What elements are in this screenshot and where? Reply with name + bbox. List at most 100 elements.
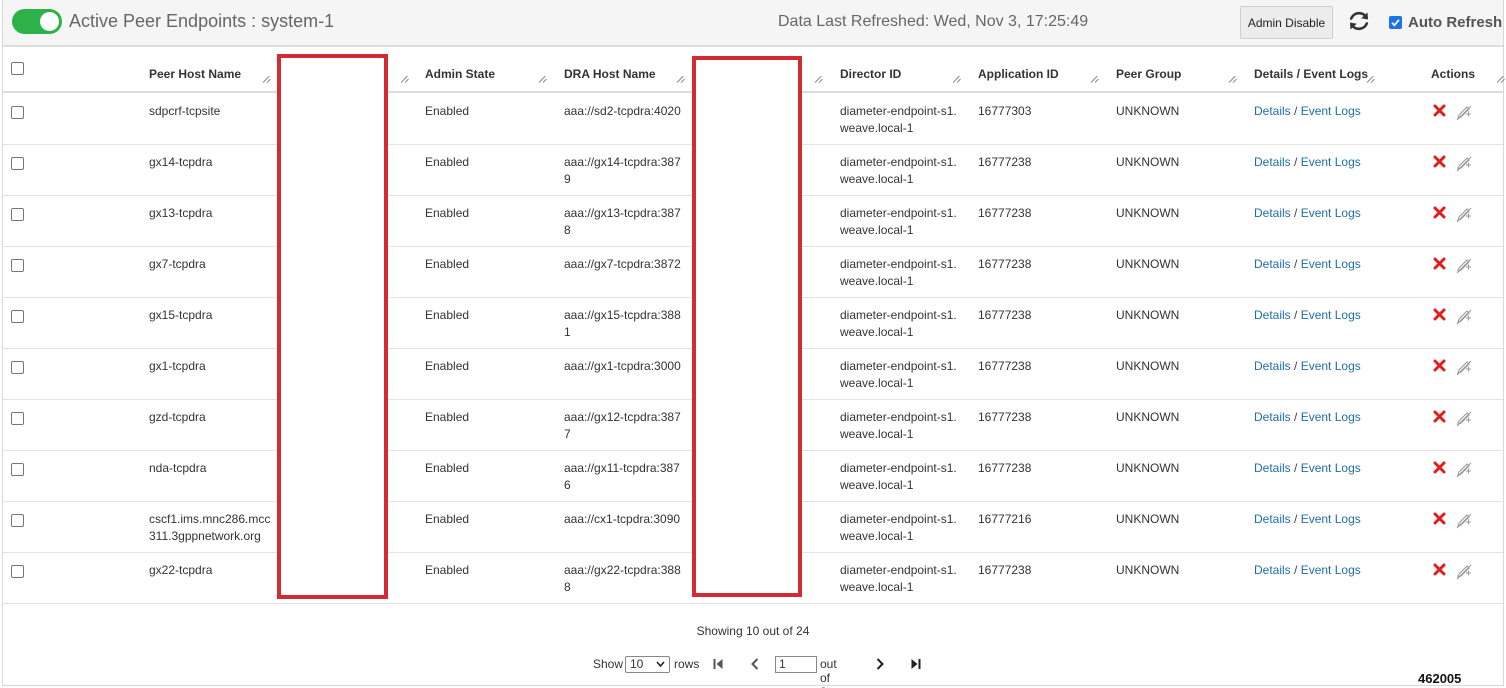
details-link[interactable]: Details <box>1254 206 1291 220</box>
event-logs-link[interactable]: Event Logs <box>1301 206 1361 220</box>
edit-disabled-icon[interactable] <box>1455 513 1473 529</box>
delete-icon[interactable] <box>1433 206 1446 222</box>
resize-handle[interactable] <box>1227 73 1237 83</box>
delete-icon[interactable] <box>1433 257 1446 273</box>
delete-icon[interactable] <box>1433 104 1446 120</box>
row-checkbox[interactable] <box>11 157 24 170</box>
col-details-event-logs[interactable]: Details / Event Logs <box>1254 49 1368 93</box>
event-logs-link[interactable]: Event Logs <box>1301 359 1361 373</box>
resize-handle[interactable] <box>1495 73 1505 83</box>
event-logs-link[interactable]: Event Logs <box>1301 308 1361 322</box>
delete-icon[interactable] <box>1433 461 1446 477</box>
details-link[interactable]: Details <box>1254 410 1291 424</box>
cell-line: diameter-endpoint-s1. <box>840 206 957 220</box>
peer-host-name-cell: gx15-tcpdra <box>149 307 212 324</box>
resize-handle[interactable] <box>261 73 271 83</box>
auto-refresh[interactable]: Auto Refresh <box>1389 13 1502 31</box>
admin-disable-button[interactable]: Admin Disable <box>1240 6 1333 39</box>
prev-page-icon[interactable] <box>749 658 761 670</box>
resize-handle[interactable] <box>537 73 547 83</box>
edit-disabled-icon[interactable] <box>1455 360 1473 376</box>
details-link[interactable]: Details <box>1254 359 1291 373</box>
col-director-id[interactable]: Director ID <box>840 49 901 93</box>
application-id-cell: 16777238 <box>978 359 1032 373</box>
rows-per-page-select[interactable]: 10 <box>625 656 670 673</box>
cell-line: gx13-tcpdra <box>149 206 213 220</box>
event-logs-link[interactable]: Event Logs <box>1301 410 1361 424</box>
edit-disabled-icon[interactable] <box>1455 411 1473 427</box>
edit-disabled-icon[interactable] <box>1455 258 1473 274</box>
event-logs-link[interactable]: Event Logs <box>1301 155 1361 169</box>
link-separator: / <box>1290 410 1301 424</box>
row-checkbox[interactable] <box>11 565 24 578</box>
edit-disabled-icon[interactable] <box>1455 105 1473 121</box>
details-link[interactable]: Details <box>1254 257 1291 271</box>
auto-refresh-checkbox[interactable] <box>1389 15 1402 29</box>
last-page-icon[interactable] <box>910 658 922 670</box>
cell-line: diameter-endpoint-s1. <box>840 308 957 322</box>
director-id-cell: diameter-endpoint-s1. weave.local-1 <box>840 103 957 137</box>
endpoints-toggle[interactable] <box>12 9 62 34</box>
col-application-id[interactable]: Application ID <box>978 49 1059 93</box>
cell-line: weave.local-1 <box>840 529 914 543</box>
col-peer-host-name[interactable]: Peer Host Name <box>149 49 241 93</box>
dra-host-name-cell: aaa://gx15-tcpdra:388 1 <box>564 307 681 341</box>
page-total: out of 3 <box>820 657 837 688</box>
details-link[interactable]: Details <box>1254 104 1291 118</box>
first-page-icon[interactable] <box>712 658 724 670</box>
cell-line: diameter-endpoint-s1. <box>840 563 957 577</box>
resize-handle[interactable] <box>675 73 685 83</box>
resize-handle[interactable] <box>1365 73 1375 83</box>
details-link[interactable]: Details <box>1254 308 1291 322</box>
page-number-input[interactable]: 1 <box>775 656 817 673</box>
edit-disabled-icon[interactable] <box>1455 309 1473 325</box>
cell-line: diameter-endpoint-s1. <box>840 359 957 373</box>
select-all-checkbox[interactable] <box>11 62 24 75</box>
edit-disabled-icon[interactable] <box>1455 156 1473 172</box>
row-checkbox[interactable] <box>11 463 24 476</box>
delete-icon[interactable] <box>1433 410 1446 426</box>
row-checkbox[interactable] <box>11 208 24 221</box>
cell-line: 1 <box>564 325 571 339</box>
resize-handle[interactable] <box>813 73 823 83</box>
link-separator: / <box>1290 308 1301 322</box>
details-link[interactable]: Details <box>1254 461 1291 475</box>
row-checkbox[interactable] <box>11 412 24 425</box>
row-checkbox[interactable] <box>11 259 24 272</box>
details-link[interactable]: Details <box>1254 155 1291 169</box>
resize-handle[interactable] <box>399 73 409 83</box>
details-link[interactable]: Details <box>1254 512 1291 526</box>
cell-line: nda-tcpdra <box>149 461 207 475</box>
col-peer-group[interactable]: Peer Group <box>1116 49 1181 93</box>
resize-handle[interactable] <box>1089 73 1099 83</box>
details-cell: Details / Event Logs <box>1254 511 1361 528</box>
delete-icon[interactable] <box>1433 308 1446 324</box>
application-id-cell: 16777238 <box>978 410 1032 424</box>
next-page-icon[interactable] <box>874 658 886 670</box>
event-logs-link[interactable]: Event Logs <box>1301 563 1361 577</box>
event-logs-link[interactable]: Event Logs <box>1301 461 1361 475</box>
event-logs-link[interactable]: Event Logs <box>1301 257 1361 271</box>
delete-icon[interactable] <box>1433 512 1446 528</box>
details-link[interactable]: Details <box>1254 563 1291 577</box>
resize-handle[interactable] <box>951 73 961 83</box>
event-logs-link[interactable]: Event Logs <box>1301 512 1361 526</box>
edit-disabled-icon[interactable] <box>1455 564 1473 580</box>
col-dra-host-name[interactable]: DRA Host Name <box>564 49 656 93</box>
delete-icon[interactable] <box>1433 359 1446 375</box>
col-admin-state[interactable]: Admin State <box>425 49 495 93</box>
dra-host-name-cell: aaa://gx7-tcpdra:3872 <box>564 256 681 273</box>
edit-disabled-icon[interactable] <box>1455 462 1473 478</box>
admin-state-cell: Enabled <box>425 155 470 169</box>
cell-line: aaa://sd2-tcpdra:4020 <box>564 104 681 118</box>
edit-disabled-icon[interactable] <box>1455 207 1473 223</box>
refresh-icon[interactable] <box>1346 8 1372 34</box>
event-logs-link[interactable]: Event Logs <box>1301 104 1361 118</box>
delete-icon[interactable] <box>1433 155 1446 171</box>
row-checkbox[interactable] <box>11 514 24 527</box>
row-checkbox[interactable] <box>11 106 24 119</box>
cell-line: aaa://gx11-tcpdra:387 <box>564 461 680 475</box>
row-checkbox[interactable] <box>11 361 24 374</box>
row-checkbox[interactable] <box>11 310 24 323</box>
delete-icon[interactable] <box>1433 563 1446 579</box>
